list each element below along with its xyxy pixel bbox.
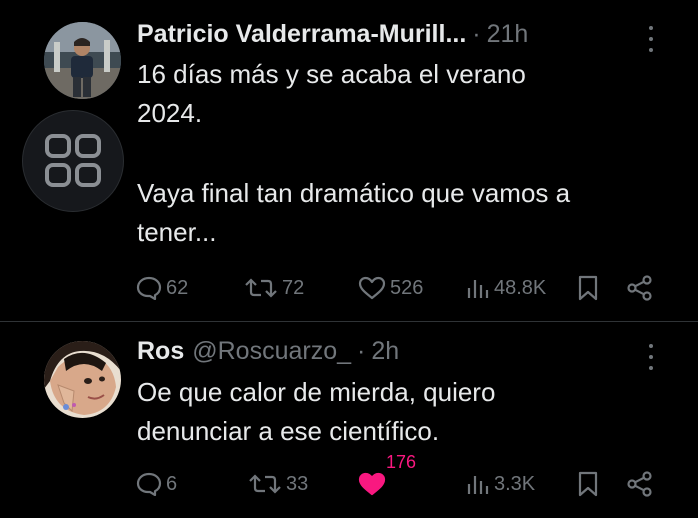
- retweet-button[interactable]: 33: [248, 467, 308, 501]
- more-options-button[interactable]: [644, 26, 658, 52]
- reply-button[interactable]: 6: [136, 467, 177, 501]
- retweet-count: 72: [282, 276, 305, 299]
- views-icon: [467, 476, 489, 494]
- avatar[interactable]: [44, 341, 121, 418]
- timestamp[interactable]: 21h: [487, 20, 529, 49]
- reply-icon: [136, 472, 162, 496]
- tweet-divider: [0, 321, 698, 322]
- bookmark-icon: [578, 275, 598, 301]
- tweet-paragraph-1: Oe que calor de mierda, quiero denunciar…: [137, 377, 496, 446]
- more-icon: [649, 26, 653, 30]
- tweet-text: Oe que calor de mierda, quiero denunciar…: [137, 373, 677, 450]
- timestamp[interactable]: 2h: [371, 337, 399, 366]
- more-icon: [649, 344, 653, 348]
- bookmark-icon: [578, 471, 598, 497]
- retweet-count: 33: [286, 472, 309, 495]
- views-count: 3.3K: [494, 472, 536, 495]
- like-icon: [358, 472, 386, 496]
- reply-count: 62: [166, 276, 189, 299]
- retweet-icon: [249, 474, 281, 494]
- tweet-header: Patricio Valderrama-Murill... · 21h: [137, 20, 528, 54]
- user-handle[interactable]: @Roscuarzo_: [192, 337, 351, 366]
- separator-dot: ·: [357, 337, 366, 365]
- reply-count: 6: [166, 472, 178, 495]
- views-icon: [467, 280, 489, 298]
- avatar[interactable]: [44, 22, 121, 99]
- share-button[interactable]: [626, 467, 654, 501]
- tweet-text-2: Vaya final tan dramático que vamos a ten…: [137, 174, 677, 251]
- retweet-icon: [245, 278, 277, 298]
- grid-menu-button[interactable]: [22, 110, 124, 212]
- display-name[interactable]: Patricio Valderrama-Murill...: [137, 20, 466, 49]
- reply-icon: [136, 276, 162, 300]
- more-options-button[interactable]: [644, 344, 658, 370]
- like-button[interactable]: 526: [358, 271, 423, 305]
- share-icon: [627, 471, 652, 497]
- like-button[interactable]: 176: [358, 452, 416, 501]
- tweet-paragraph-2: Vaya final tan dramático que vamos a ten…: [137, 178, 571, 247]
- tweet-ros[interactable]: Ros @Roscuarzo_ · 2h Oe que calor de mie…: [0, 323, 698, 518]
- separator-dot: ·: [472, 20, 481, 48]
- like-count: 526: [390, 276, 424, 299]
- bookmark-button[interactable]: [577, 467, 599, 501]
- share-button[interactable]: [626, 271, 654, 305]
- like-count: 176: [386, 452, 417, 472]
- tweet-text: 16 días más y se acaba el verano 2024.: [137, 55, 677, 132]
- like-icon: [358, 276, 386, 300]
- display-name[interactable]: Ros: [137, 337, 184, 366]
- views-button[interactable]: 3.3K: [466, 467, 535, 501]
- retweet-button[interactable]: 72: [244, 271, 304, 305]
- reply-button[interactable]: 62: [136, 271, 188, 305]
- views-count: 48.8K: [494, 276, 547, 299]
- views-button[interactable]: 48.8K: [466, 271, 546, 305]
- bookmark-button[interactable]: [577, 271, 599, 305]
- action-bar: 6 33 176 3.3K: [136, 452, 656, 501]
- tweet-patricio[interactable]: Patricio Valderrama-Murill... · 21h 16 d…: [0, 0, 698, 322]
- action-bar: 62 72 526 48.8K: [136, 271, 656, 305]
- tweet-paragraph-1: 16 días más y se acaba el verano 2024.: [137, 59, 526, 128]
- tweet-header: Ros @Roscuarzo_ · 2h: [137, 337, 399, 371]
- share-icon: [627, 275, 652, 301]
- grid-icon: [45, 134, 101, 187]
